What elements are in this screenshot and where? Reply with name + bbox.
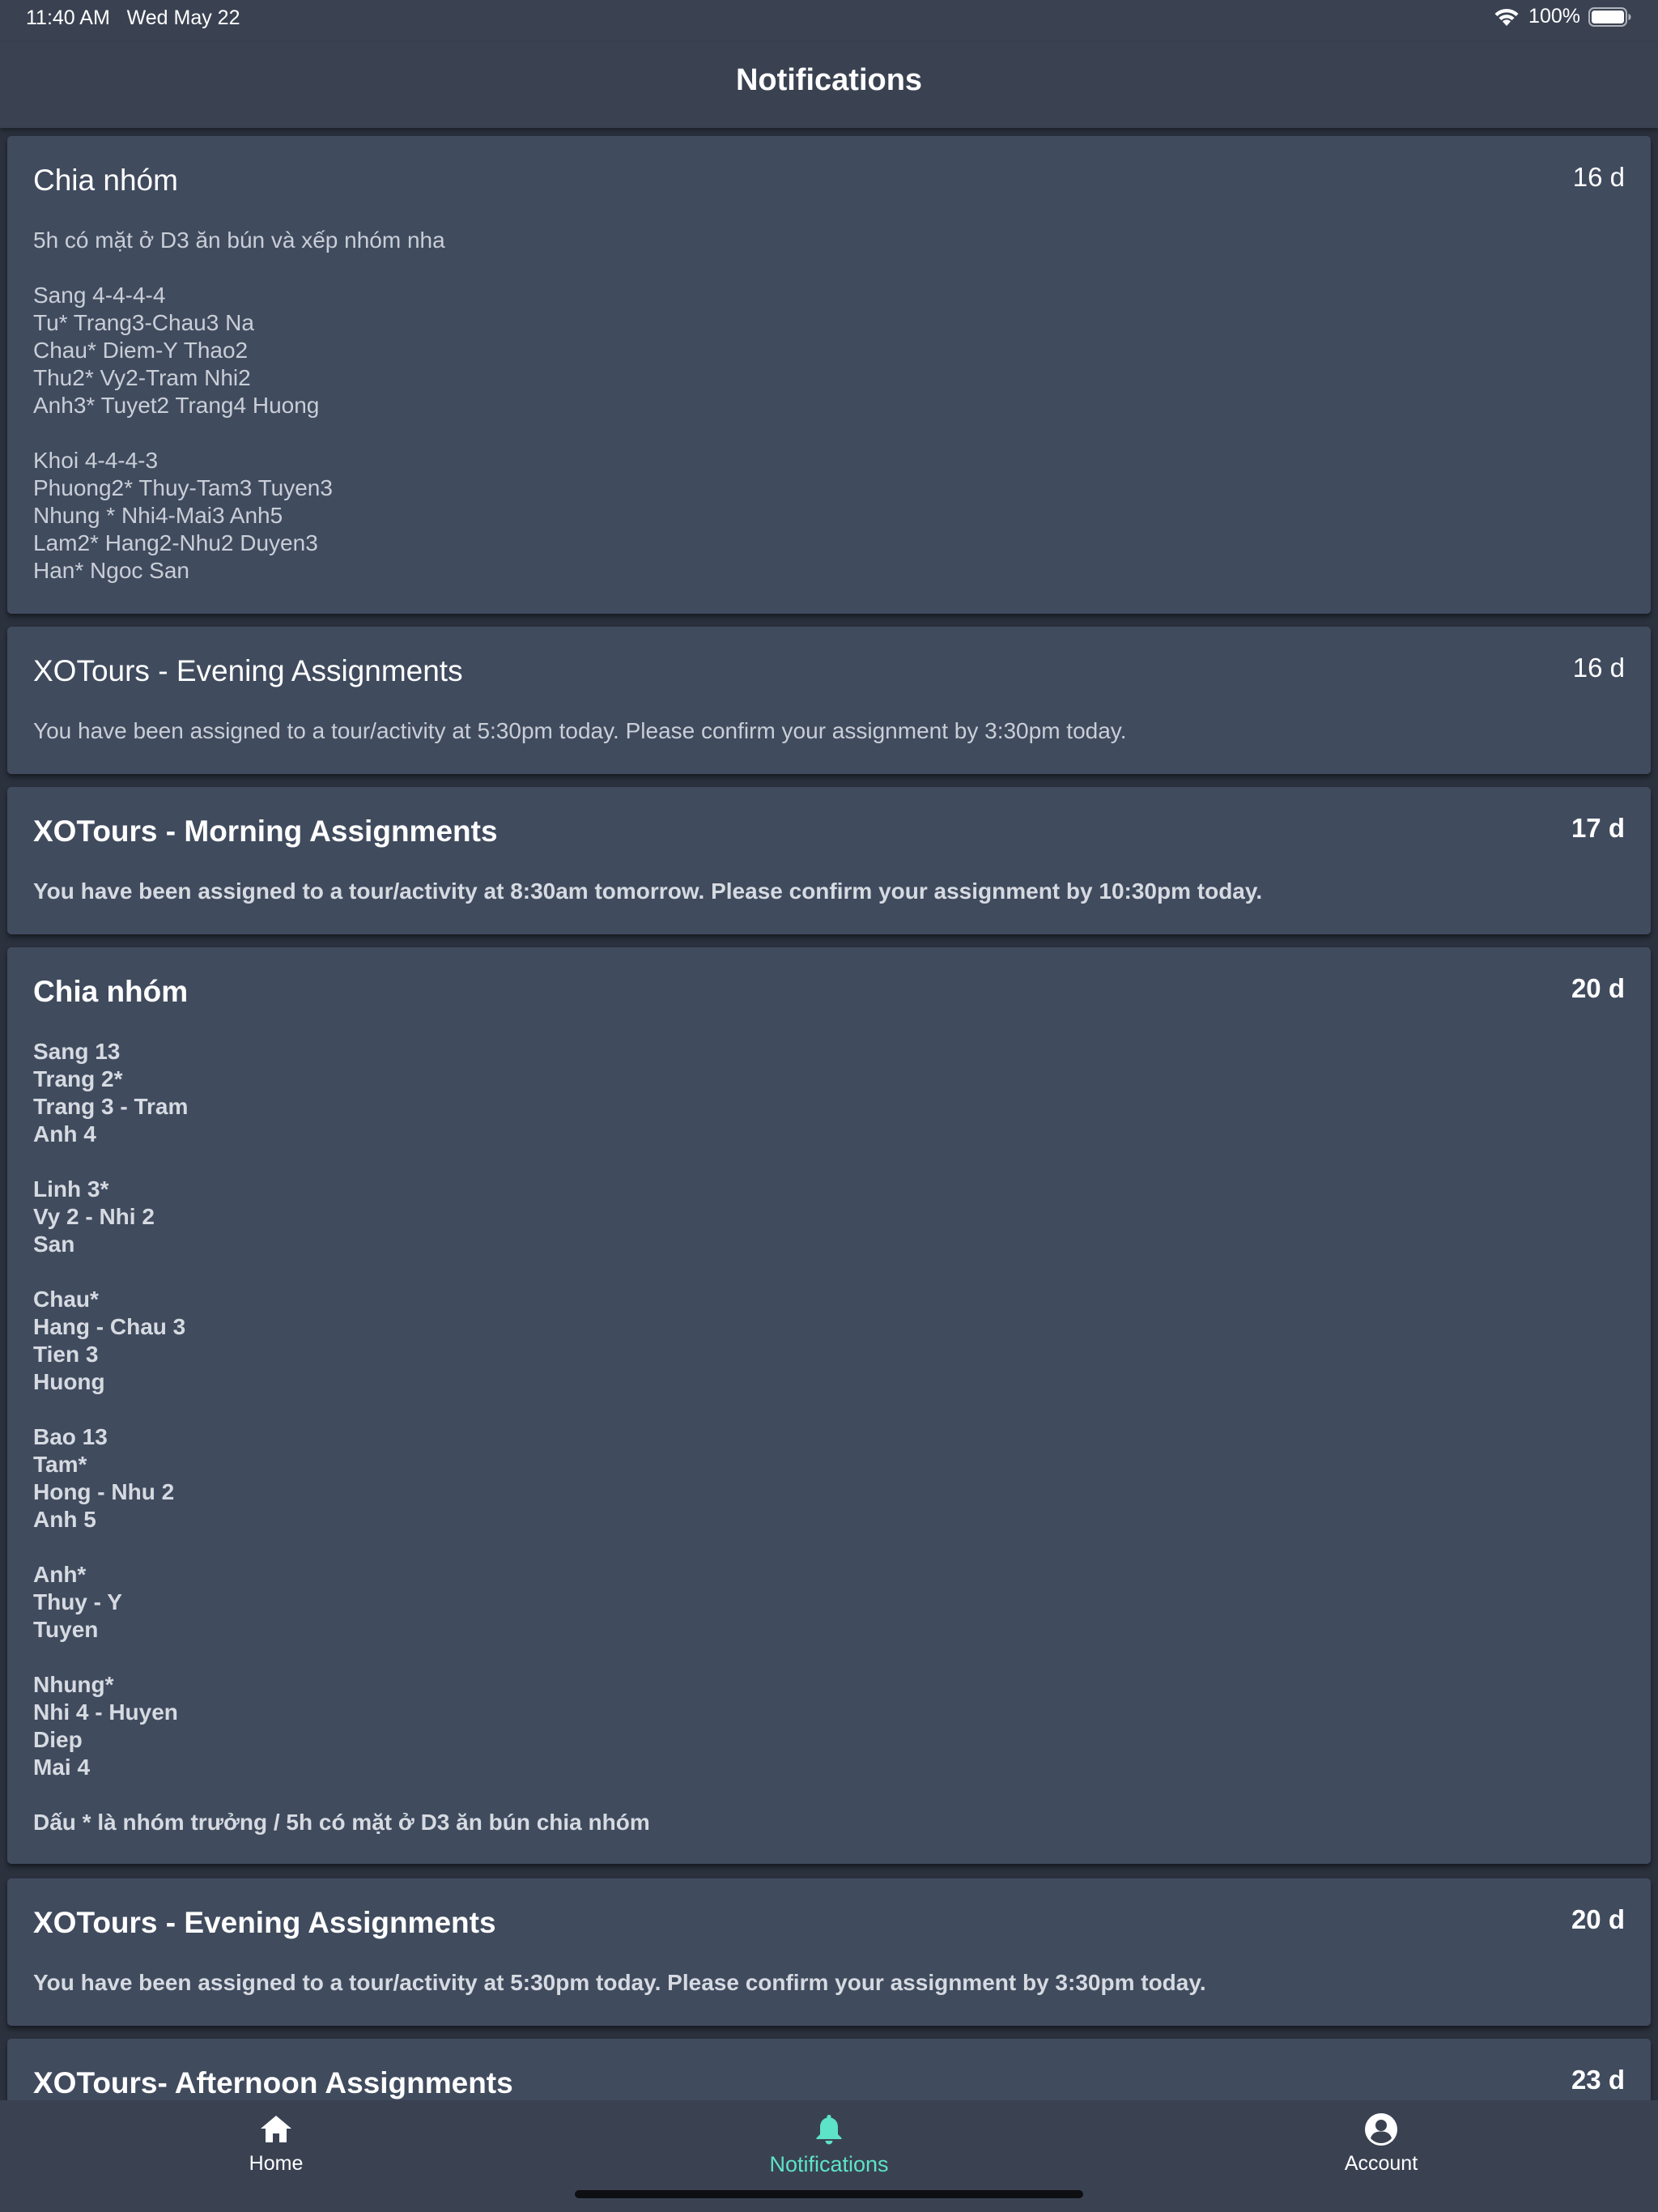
notifications-screen: 11:40 AM Wed May 22 100% Notifications C… — [0, 0, 1658, 2212]
tab-notifications[interactable]: Notifications — [708, 2112, 950, 2184]
wifi-icon — [1494, 8, 1519, 26]
tab-home[interactable]: Home — [155, 2112, 397, 2184]
notification-card[interactable]: XOTours - Evening Assignments 16 d You h… — [7, 627, 1651, 774]
notification-title: Chia nhóm — [33, 164, 178, 197]
tab-account[interactable]: Account — [1260, 2112, 1503, 2184]
notification-body: 5h có mặt ở D3 ăn bún và xếp nhóm nha Sa… — [33, 228, 445, 583]
notification-list[interactable]: Chia nhóm 16 d 5h có mặt ở D3 ăn bún và … — [0, 128, 1658, 2100]
notification-card[interactable]: Chia nhóm 20 d Sang 13 Trang 2* Trang 3 … — [7, 947, 1651, 1864]
home-icon — [261, 2116, 291, 2142]
tab-notifications-label: Notifications — [769, 2152, 889, 2176]
notification-age: 20 d — [1571, 1904, 1625, 1934]
notification-body: You have been assigned to a tour/activit… — [33, 718, 1127, 743]
account-circle-icon — [1365, 2113, 1397, 2146]
tab-account-label: Account — [1344, 2152, 1418, 2175]
status-time: 11:40 AM Wed May 22 — [26, 6, 240, 29]
notification-age: 20 d — [1571, 973, 1625, 1003]
notification-age: 17 d — [1571, 813, 1625, 843]
notification-body: You have been assigned to a tour/activit… — [33, 1970, 1206, 1995]
notification-title: XOTours - Evening Assignments — [33, 1906, 496, 1939]
notification-age: 16 d — [1572, 162, 1625, 192]
status-bar: 11:40 AM Wed May 22 100% — [0, 0, 1658, 42]
battery-percentage: 100% — [1528, 5, 1580, 28]
notification-card[interactable]: XOTours - Morning Assignments 17 d You h… — [7, 787, 1651, 934]
notification-card[interactable]: XOTours - Evening Assignments 20 d You h… — [7, 1878, 1651, 2026]
notification-age: 16 d — [1572, 653, 1625, 683]
nav-header: Notifications — [0, 42, 1658, 128]
notification-title: Chia nhóm — [33, 975, 189, 1008]
tab-home-label: Home — [249, 2152, 304, 2175]
notification-card[interactable]: Chia nhóm 16 d 5h có mặt ở D3 ăn bún và … — [7, 136, 1651, 614]
notification-title: XOTours- Afternoon Assignments — [33, 2066, 513, 2099]
notification-card[interactable]: XOTours- Afternoon Assignments 23 d — [7, 2039, 1651, 2100]
notification-title: XOTours - Evening Assignments — [33, 654, 463, 687]
page-title: Notifications — [735, 63, 923, 97]
bell-icon — [816, 2115, 842, 2145]
home-indicator[interactable] — [575, 2190, 1083, 2198]
notification-age: 23 d — [1571, 2065, 1625, 2095]
notification-body: Sang 13 Trang 2* Trang 3 - Tram Anh 4 Li… — [33, 1039, 650, 1835]
battery-icon — [1588, 6, 1631, 27]
notification-body: You have been assigned to a tour/activit… — [33, 878, 1263, 904]
status-indicators: 100% — [1493, 5, 1632, 28]
notification-title: XOTours - Morning Assignments — [33, 815, 498, 848]
